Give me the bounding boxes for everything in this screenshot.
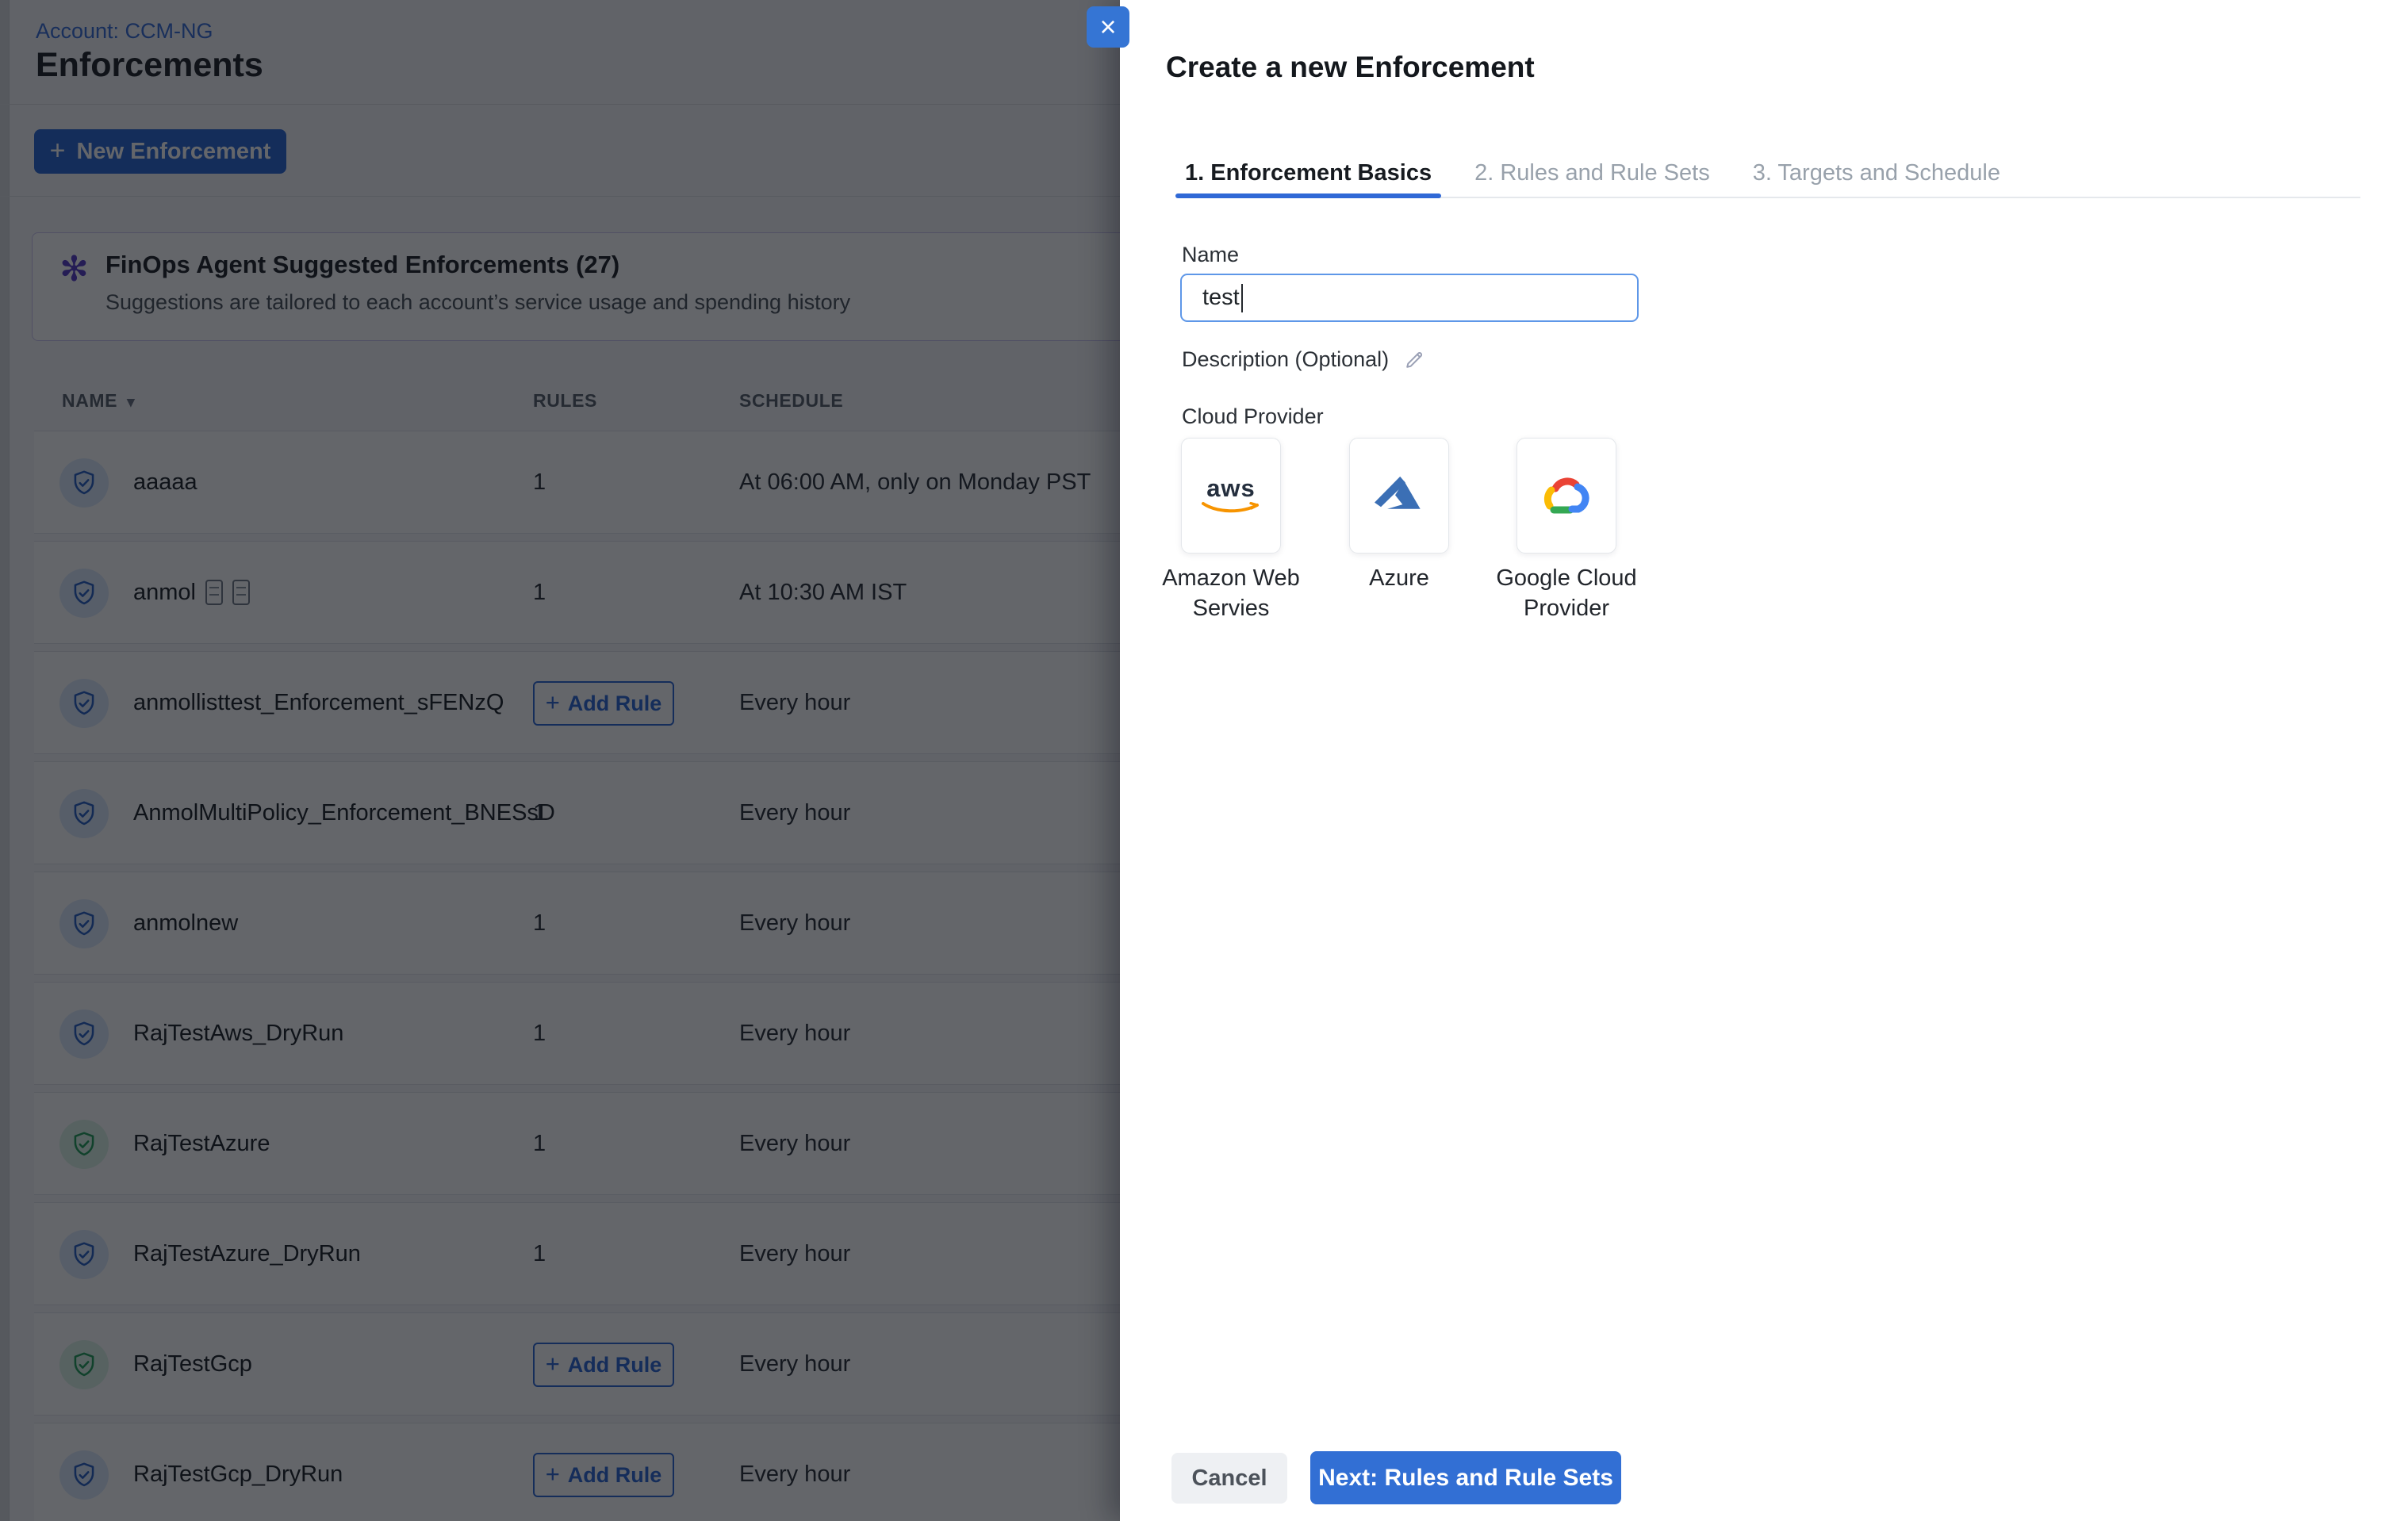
next-button[interactable]: Next: Rules and Rule Sets — [1310, 1451, 1621, 1504]
wizard-tabs: 1. Enforcement Basics 2. Rules and Rule S… — [1182, 151, 2360, 198]
provider-card-aws[interactable]: aws — [1181, 438, 1281, 554]
create-enforcement-panel: × Create a new Enforcement 1. Enforcemen… — [1120, 0, 2408, 1521]
description-label: Description (Optional) — [1182, 347, 1389, 372]
gcp-logo-icon — [1540, 475, 1593, 516]
edit-pencil-icon[interactable] — [1403, 349, 1425, 371]
cancel-button[interactable]: Cancel — [1171, 1453, 1287, 1504]
name-input[interactable]: test — [1180, 274, 1639, 322]
provider-label-gcp: Google Cloud Provider — [1479, 563, 1654, 623]
wizard-tab-1[interactable]: 1. Enforcement Basics — [1182, 151, 1435, 197]
screen: Account: CCM-NG Enforcements + New Enfor… — [0, 0, 2408, 1521]
provider-label-aws: Amazon Web Servies — [1144, 563, 1318, 623]
wizard-tab-2[interactable]: 2. Rules and Rule Sets — [1471, 151, 1713, 197]
provider-card-azure[interactable] — [1349, 438, 1449, 554]
provider-card-gcp[interactable] — [1517, 438, 1616, 554]
name-input-value: test — [1202, 285, 1240, 311]
cloud-provider-label: Cloud Provider — [1182, 404, 1324, 429]
aws-logo-icon: aws — [1200, 476, 1262, 516]
text-cursor — [1241, 284, 1243, 312]
name-label: Name — [1182, 243, 1239, 267]
description-row: Description (Optional) — [1182, 347, 1425, 372]
panel-title: Create a new Enforcement — [1166, 51, 1535, 84]
close-icon[interactable]: × — [1087, 6, 1129, 48]
azure-logo-icon — [1375, 474, 1424, 517]
provider-label-azure: Azure — [1312, 563, 1486, 593]
wizard-tab-3[interactable]: 3. Targets and Schedule — [1750, 151, 2003, 197]
